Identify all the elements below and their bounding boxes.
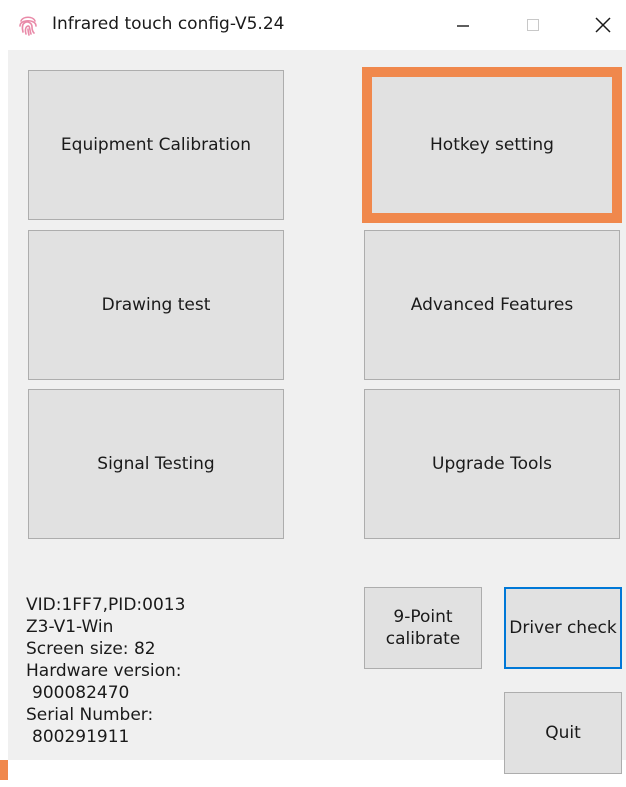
serial-number-value: 800291911 [32,727,130,747]
device-info: VID:1FF7,PID:0013 Z3-V1-Win Screen size:… [26,594,185,748]
hardware-version-value: 900082470 [32,683,130,703]
vid-pid-text: VID:1FF7,PID:0013 [26,595,186,615]
equipment-calibration-button[interactable]: Equipment Calibration [28,70,284,220]
drawing-test-button[interactable]: Drawing test [28,230,284,380]
hardware-version-label: Hardware version: [26,661,182,681]
model-text: Z3-V1-Win [26,617,114,637]
close-button[interactable] [580,4,626,46]
driver-check-button[interactable]: Driver check [504,587,622,669]
upgrade-tools-button[interactable]: Upgrade Tools [364,389,620,539]
nine-point-label-line1: 9-Point [393,607,453,627]
nine-point-label-line2: calibrate [385,629,461,649]
serial-number-label: Serial Number: [26,705,154,725]
quit-button[interactable]: Quit [504,692,622,774]
minimize-icon [457,25,469,27]
title-bar[interactable]: Infrared touch config-V5.24 [0,0,626,50]
nine-point-calibrate-button[interactable]: 9-Point calibrate [364,587,482,669]
maximize-icon [527,19,539,31]
fingerprint-icon [19,16,37,36]
highlight-marker [0,760,8,780]
maximize-button[interactable] [510,4,556,46]
minimize-button[interactable] [440,4,486,46]
close-icon [595,17,611,33]
window-title: Infrared touch config-V5.24 [52,14,285,34]
signal-testing-button[interactable]: Signal Testing [28,389,284,539]
hotkey-setting-button[interactable]: Hotkey setting [362,67,622,223]
screen-size-text: Screen size: 82 [26,639,156,659]
advanced-features-button[interactable]: Advanced Features [364,230,620,380]
main-panel: Equipment Calibration Hotkey setting Dra… [8,50,626,774]
